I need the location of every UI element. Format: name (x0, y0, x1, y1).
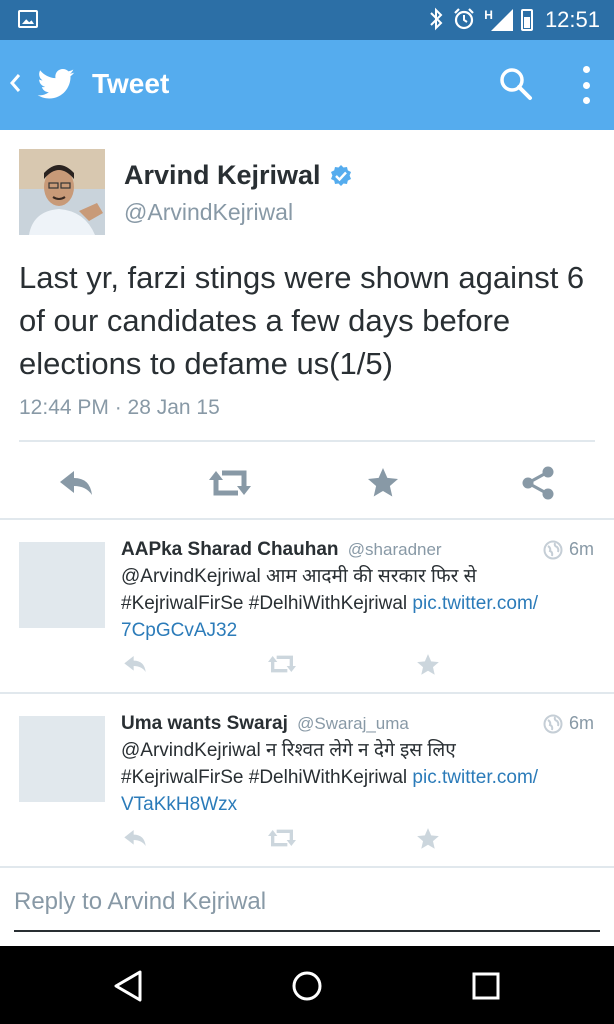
reply-header: AAPka Sharad Chauhan @sharadner (121, 539, 442, 561)
author-avatar[interactable] (19, 149, 105, 235)
tweet-actions (0, 455, 614, 510)
globe-icon (543, 540, 563, 560)
reply-text-line: @ArvindKejriwal न रिश्वत लेगे न देगे इस … (121, 740, 456, 761)
author-name[interactable]: Arvind Kejriwal (124, 160, 353, 191)
reply-author-name[interactable]: AAPka Sharad Chauhan (121, 539, 339, 560)
twitter-bird-icon[interactable] (36, 64, 76, 104)
reply-time-text: 6m (568, 713, 594, 733)
reply-tweet[interactable]: AAPka Sharad Chauhan @sharadner 6m @Arvi… (0, 520, 614, 692)
reply-text-line: @ArvindKejriwal आम आदमी की सरकार फिर से (121, 566, 477, 587)
reply-icon[interactable] (56, 465, 96, 501)
favorite-star-icon[interactable] (365, 465, 405, 501)
globe-icon (543, 714, 563, 734)
image-icon (18, 10, 38, 28)
author-handle[interactable]: @ArvindKejriwal (124, 199, 293, 226)
reply-text-line: #KejriwalFirSe #DelhiWithKejriwal pic.tw… (121, 590, 591, 617)
favorite-star-icon[interactable] (415, 826, 443, 852)
retweet-icon[interactable] (267, 826, 296, 852)
retweet-icon[interactable] (208, 465, 251, 501)
reply-header: Uma wants Swaraj @Swaraj_uma (121, 713, 409, 735)
search-icon[interactable] (498, 66, 534, 102)
battery-icon (520, 9, 533, 31)
reply-avatar[interactable] (19, 542, 105, 628)
alarm-icon (452, 7, 476, 34)
clock: 12:51 (544, 7, 600, 32)
divider (0, 866, 614, 868)
reply-link[interactable]: VTaKkH8Wzx (121, 791, 591, 818)
reply-time: 6m (543, 539, 594, 560)
divider (19, 440, 595, 442)
reply-time: 6m (543, 713, 594, 734)
page-title: Tweet (92, 68, 170, 99)
favorite-star-icon[interactable] (415, 652, 443, 678)
reply-input[interactable]: Reply to Arvind Kejriwal (14, 880, 600, 932)
retweet-icon[interactable] (267, 652, 296, 678)
author-name-text[interactable]: Arvind Kejriwal (124, 160, 321, 191)
system-nav-bar (0, 946, 614, 1024)
back-icon[interactable] (8, 70, 22, 101)
tweet-timestamp: 12:44 PM · 28 Jan 15 (19, 396, 220, 419)
reply-link[interactable]: pic.twitter.com/ (412, 593, 538, 614)
signal-icon (490, 9, 513, 31)
reply-time-text: 6m (568, 539, 594, 559)
nav-back-icon[interactable] (110, 968, 146, 1004)
share-icon[interactable] (520, 465, 560, 501)
status-bar: H 12:51 (0, 0, 614, 40)
reply-text-line: #KejriwalFirSe #DelhiWithKejriwal pic.tw… (121, 764, 591, 791)
reply-text: @ArvindKejriwal आम आदमी की सरकार फिर से … (121, 563, 591, 644)
reply-link[interactable]: pic.twitter.com/ (412, 767, 538, 788)
reply-hashtags[interactable]: #KejriwalFirSe #DelhiWithKejriwal (121, 767, 412, 788)
more-options-icon[interactable] (576, 66, 596, 104)
bluetooth-icon (428, 7, 444, 34)
reply-text: @ArvindKejriwal न रिश्वत लेगे न देगे इस … (121, 737, 591, 818)
reply-link[interactable]: 7CpGCvAJ32 (121, 617, 591, 644)
reply-author-handle[interactable]: @sharadner (348, 540, 442, 559)
reply-avatar[interactable] (19, 716, 105, 802)
reply-tweet[interactable]: Uma wants Swaraj @Swaraj_uma 6m @ArvindK… (0, 694, 614, 866)
reply-hashtags[interactable]: #KejriwalFirSe #DelhiWithKejriwal (121, 593, 412, 614)
nav-home-icon[interactable] (289, 968, 325, 1004)
reply-author-name[interactable]: Uma wants Swaraj (121, 713, 288, 734)
tweet-text: Last yr, farzi stings were shown against… (19, 260, 585, 381)
reply-icon[interactable] (121, 826, 149, 852)
reply-actions (121, 826, 461, 856)
verified-badge-icon (329, 164, 353, 188)
app-bar: Tweet (0, 40, 614, 130)
reply-author-handle[interactable]: @Swaraj_uma (297, 714, 409, 733)
reply-icon[interactable] (121, 652, 149, 678)
reply-actions (121, 652, 461, 682)
nav-recents-icon[interactable] (468, 968, 504, 1004)
